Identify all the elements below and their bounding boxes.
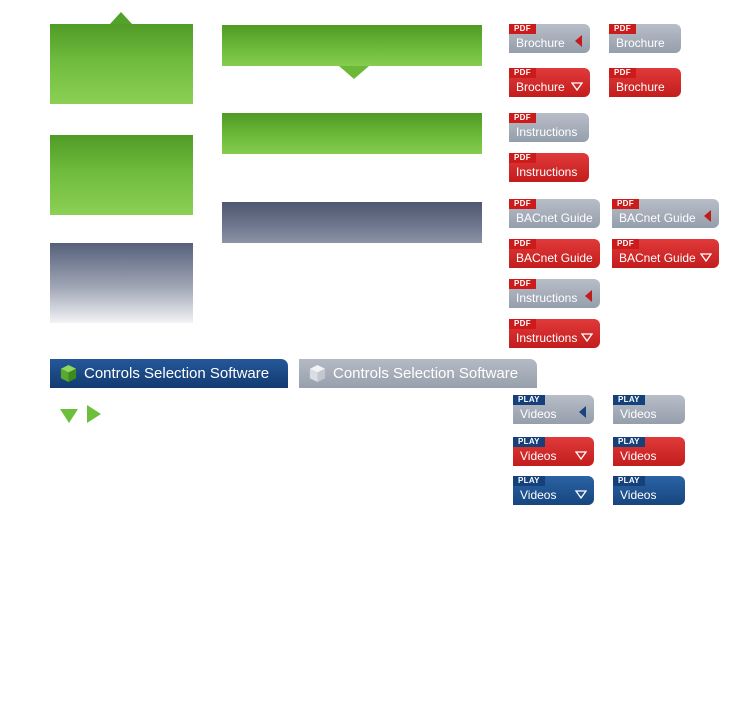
gray-bar (222, 202, 482, 243)
instructions-gray-button[interactable]: PDF Instructions (509, 113, 589, 142)
caret-left-icon (704, 210, 711, 222)
play-tag: PLAY (513, 437, 545, 447)
caret-left-icon (575, 35, 582, 47)
pdf-tag: PDF (612, 239, 639, 249)
chevron-down-icon (575, 490, 587, 499)
button-label: BACnet Guide (619, 211, 696, 225)
tab-label: Controls Selection Software (84, 365, 270, 382)
tab-controls-selection-software-inactive[interactable]: Controls Selection Software (299, 359, 537, 388)
pdf-tag: PDF (509, 113, 536, 123)
brochure-red-dropdown-button[interactable]: PDF Brochure (509, 68, 590, 97)
button-label: Brochure (516, 36, 565, 50)
green-panel-with-pointer (50, 24, 193, 104)
chevron-down-icon (581, 333, 593, 342)
button-label: Videos (620, 449, 657, 463)
pdf-tag: PDF (509, 24, 536, 34)
button-label: Videos (520, 449, 557, 463)
gray-panel (50, 243, 193, 323)
button-label: Instructions (516, 291, 578, 305)
videos-gray-arrow-button[interactable]: PLAY Videos (513, 395, 594, 424)
green-bar-with-pointer (222, 25, 482, 66)
cube-icon (309, 364, 326, 383)
bacnet-guide-gray-button[interactable]: PDF BACnet Guide (509, 199, 600, 228)
play-tag: PLAY (613, 395, 645, 405)
expand-arrow-right-icon[interactable] (87, 405, 101, 423)
pdf-tag: PDF (509, 153, 536, 163)
pdf-tag: PDF (509, 319, 536, 329)
button-label: Instructions (516, 125, 578, 139)
button-label: Videos (520, 407, 557, 421)
expand-arrow-down-icon[interactable] (60, 409, 78, 423)
bacnet-guide-red-dropdown-button[interactable]: PDF BACnet Guide (612, 239, 719, 268)
tab-controls-selection-software-active[interactable]: Controls Selection Software (50, 359, 288, 388)
chevron-down-icon (700, 253, 712, 262)
button-label: Brochure (616, 36, 665, 50)
pdf-tag: PDF (609, 24, 636, 34)
pdf-tag: PDF (509, 68, 536, 78)
brochure-gray-arrow-button[interactable]: PDF Brochure (509, 24, 590, 53)
tab-label: Controls Selection Software (333, 365, 519, 382)
chevron-down-icon (575, 451, 587, 460)
button-label: Brochure (516, 80, 565, 94)
green-bar (222, 113, 482, 154)
brochure-red-button[interactable]: PDF Brochure (609, 68, 681, 97)
caret-left-icon (585, 290, 592, 302)
cube-icon (60, 364, 77, 383)
brochure-gray-button[interactable]: PDF Brochure (609, 24, 681, 53)
instructions-red-dropdown-button[interactable]: PDF Instructions (509, 319, 600, 348)
green-panel (50, 135, 193, 215)
button-label: BACnet Guide (516, 251, 593, 265)
pointer-up-icon (110, 12, 132, 24)
videos-red-button[interactable]: PLAY Videos (613, 437, 685, 466)
caret-left-icon (579, 406, 586, 418)
instructions-red-button[interactable]: PDF Instructions (509, 153, 589, 182)
button-label: BACnet Guide (619, 251, 696, 265)
videos-blue-button[interactable]: PLAY Videos (613, 476, 685, 505)
play-tag: PLAY (613, 437, 645, 447)
play-tag: PLAY (613, 476, 645, 486)
button-label: BACnet Guide (516, 211, 593, 225)
button-label: Brochure (616, 80, 665, 94)
pdf-tag: PDF (509, 199, 536, 209)
pdf-tag: PDF (509, 279, 536, 289)
bacnet-guide-gray-arrow-button[interactable]: PDF BACnet Guide (612, 199, 719, 228)
instructions-gray-arrow-button[interactable]: PDF Instructions (509, 279, 600, 308)
videos-red-dropdown-button[interactable]: PLAY Videos (513, 437, 594, 466)
button-label: Instructions (516, 331, 578, 345)
button-label: Instructions (516, 165, 578, 179)
button-label: Videos (620, 407, 657, 421)
play-tag: PLAY (513, 476, 545, 486)
videos-blue-dropdown-button[interactable]: PLAY Videos (513, 476, 594, 505)
pointer-down-icon (339, 66, 369, 79)
button-label: Videos (520, 488, 557, 502)
chevron-down-icon (571, 82, 583, 91)
button-label: Videos (620, 488, 657, 502)
pdf-tag: PDF (612, 199, 639, 209)
bacnet-guide-red-button[interactable]: PDF BACnet Guide (509, 239, 600, 268)
videos-gray-button[interactable]: PLAY Videos (613, 395, 685, 424)
pdf-tag: PDF (609, 68, 636, 78)
pdf-tag: PDF (509, 239, 536, 249)
play-tag: PLAY (513, 395, 545, 405)
